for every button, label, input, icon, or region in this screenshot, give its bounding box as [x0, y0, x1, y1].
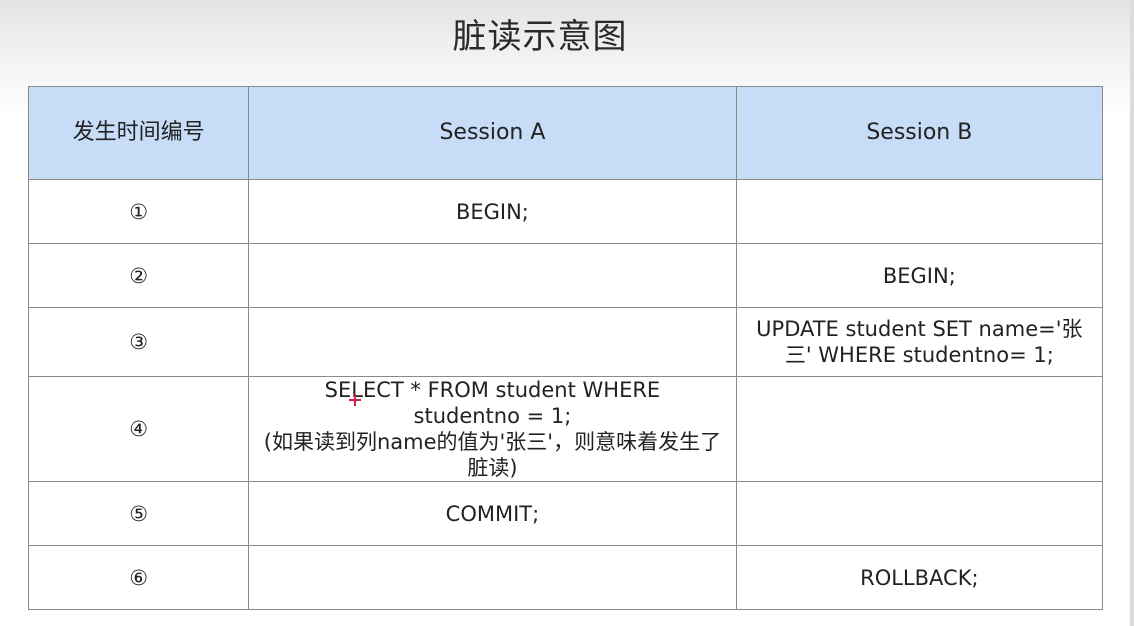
session-a-cell [248, 545, 737, 610]
step-cell: ④ [27, 376, 250, 482]
header-session-b: Session B [735, 86, 1104, 180]
table-header-row: 发生时间编号 Session A Session B [27, 86, 1104, 180]
session-b-cell: BEGIN; [735, 243, 1104, 308]
session-b-cell: ROLLBACK; [735, 545, 1104, 610]
session-b-cell [735, 179, 1104, 244]
step-cell: ② [27, 243, 250, 308]
session-a-cell: COMMIT; [248, 481, 737, 546]
table-row: ⑤ COMMIT; [27, 481, 1104, 546]
table-row: ④ SELECT * FROM student WHERE studentno … [27, 376, 1104, 482]
table-row: ① BEGIN; [27, 179, 1104, 244]
step-cell: ⑤ [27, 481, 250, 546]
step-cell: ① [27, 179, 250, 244]
table-row: ⑥ ROLLBACK; [27, 545, 1104, 610]
update-statement-line: UPDATE student SET name='张 [756, 317, 1083, 341]
select-statement-line: studentno = 1; [413, 404, 572, 428]
session-a-cell: BEGIN; [248, 179, 737, 244]
session-b-update-cell: UPDATE student SET name='张 三' WHERE stud… [735, 307, 1104, 377]
table-row: ② BEGIN; [27, 243, 1104, 308]
dirty-read-table: 发生时间编号 Session A Session B ① BEGIN; ② BE… [27, 86, 1104, 610]
window-edge [1130, 0, 1134, 626]
step-cell: ⑥ [27, 545, 250, 610]
session-a-cell [248, 243, 737, 308]
session-a-select-cell: SELECT * FROM student WHERE studentno = … [248, 376, 737, 482]
session-b-cell [735, 376, 1104, 482]
select-statement-line: SELECT * FROM student WHERE [324, 378, 661, 402]
session-b-cell [735, 481, 1104, 546]
header-session-a: Session A [248, 86, 737, 180]
table-row: ③ UPDATE student SET name='张 三' WHERE st… [27, 307, 1104, 377]
slide-title: 脏读示意图 [452, 17, 628, 57]
update-statement-line: 三' WHERE studentno= 1; [784, 343, 1054, 367]
session-a-cell [248, 307, 737, 377]
select-note-line: (如果读到列name的值为'张三'，则意味着发生了 [263, 430, 722, 454]
header-step-number: 发生时间编号 [27, 86, 250, 180]
crosshair-cursor-icon [349, 394, 361, 406]
select-note-line: 脏读) [467, 456, 518, 480]
step-cell: ③ [27, 307, 250, 377]
